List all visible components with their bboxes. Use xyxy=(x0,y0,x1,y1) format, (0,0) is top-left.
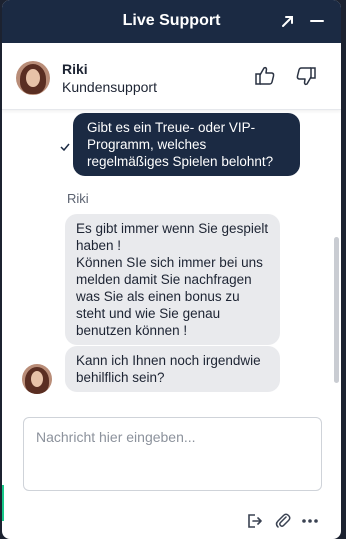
more-icon[interactable] xyxy=(301,512,319,530)
avatar xyxy=(16,61,50,95)
thumbs-down-icon[interactable] xyxy=(295,65,317,87)
message-input[interactable] xyxy=(23,417,322,491)
user-message: Gibt es ein Treue- oder VIP-Programm, we… xyxy=(73,113,300,176)
sent-check-icon xyxy=(60,138,70,156)
thumbs-up-icon[interactable] xyxy=(254,65,276,87)
agent-role: Kundensupport xyxy=(62,79,157,95)
paperclip-icon[interactable] xyxy=(274,512,292,530)
sender-label: Riki xyxy=(67,191,89,206)
avatar xyxy=(22,364,52,394)
agent-name: Riki xyxy=(62,61,88,77)
message-list[interactable]: Gibt es ein Treue- oder VIP-Programm, we… xyxy=(2,110,341,394)
agent-header: Riki Kundensupport xyxy=(2,43,341,110)
title-bar: Live Support xyxy=(2,0,341,43)
exit-icon[interactable] xyxy=(246,512,264,530)
message-scrollbar[interactable] xyxy=(334,237,339,383)
accent-strip xyxy=(2,485,4,521)
chat-widget: Live Support Riki Kundensupport Gibt es … xyxy=(2,0,341,539)
minimize-icon[interactable] xyxy=(307,11,327,31)
arrow-up-right-icon[interactable] xyxy=(278,11,298,31)
agent-message: Kann ich Ihnen noch irgendwie behilflich… xyxy=(65,346,280,392)
agent-message: Es gibt immer wenn Sie gespielt haben ! … xyxy=(65,214,280,345)
